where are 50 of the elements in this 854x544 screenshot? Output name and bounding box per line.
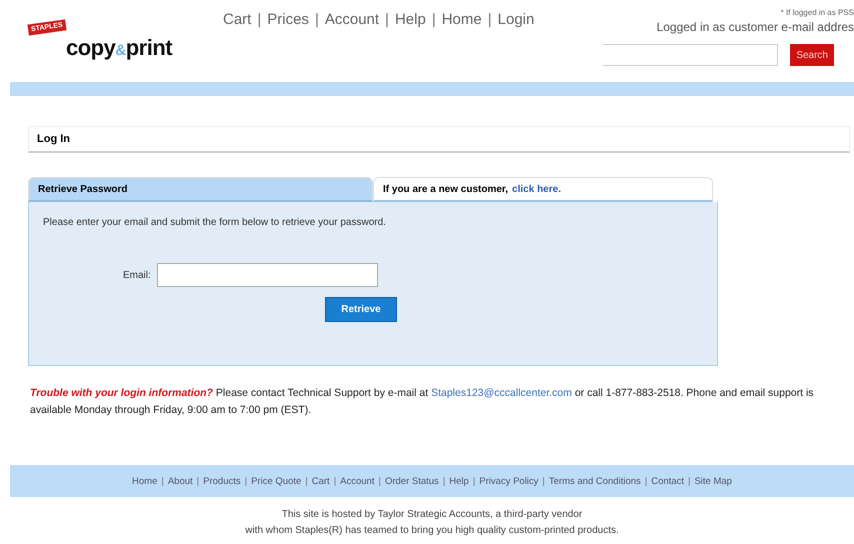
email-link[interactable]: Staples123@cccallcenter.com <box>431 387 572 399</box>
link-separator: | <box>472 476 476 486</box>
footer-link[interactable]: Account <box>340 476 374 486</box>
search-field[interactable] <box>603 44 778 66</box>
link-separator: | <box>244 476 248 486</box>
footer-link[interactable]: Help <box>449 476 469 486</box>
link-separator: | <box>488 11 492 30</box>
nav-link[interactable]: Help <box>394 11 426 82</box>
retrieve-button[interactable]: Retrieve <box>325 297 397 322</box>
link-separator: | <box>334 476 336 486</box>
link-separator: | <box>378 476 381 486</box>
link-separator: | <box>161 476 164 486</box>
link-separator: | <box>257 11 262 30</box>
tab[interactable]: Retrieve Password <box>28 177 373 202</box>
footer-link[interactable]: Contact <box>651 476 684 486</box>
footer-link[interactable]: Price Quote <box>251 476 302 486</box>
search-button[interactable]: Search <box>790 44 834 66</box>
hosting-note: with whom Staples(R) has teamed to bring you high quality custom-printed products. <box>245 524 619 538</box>
link-separator: | <box>542 476 545 486</box>
link-separator: | <box>644 476 648 486</box>
link-separator: | <box>314 11 319 30</box>
link-separator: | <box>442 476 446 486</box>
link-separator: | <box>688 476 690 486</box>
login-status: Logged in as customer e-mail addres <box>656 20 854 34</box>
hosting-note: This site is hosted by Taylor Strategic Accounts, a third-party vendor <box>282 508 582 522</box>
nav-link[interactable]: Prices <box>267 11 309 82</box>
nav-link[interactable]: Login <box>498 11 534 82</box>
footer-link[interactable]: Home <box>132 476 158 486</box>
signup-link[interactable]: click here. <box>512 184 561 194</box>
footer-link[interactable]: Terms and Conditions <box>548 476 641 486</box>
footer-link[interactable]: Products <box>203 476 241 486</box>
tab[interactable]: If you are a new customer, click here. <box>373 177 713 202</box>
footer-link[interactable]: Order Status <box>384 476 439 486</box>
footer-link[interactable]: Cart <box>312 476 330 486</box>
link-separator: | <box>432 11 436 30</box>
nav-link[interactable]: Account <box>324 11 380 82</box>
login-note: * If logged in as PSS <box>780 8 854 17</box>
section-title: Log In <box>37 133 70 145</box>
email-field[interactable] <box>156 263 378 287</box>
footer-link[interactable]: Site Map <box>694 476 732 486</box>
footer-link[interactable]: About <box>168 476 193 486</box>
nav-link[interactable]: Cart <box>223 11 252 82</box>
footer-link[interactable]: Privacy Policy <box>479 476 538 486</box>
instructions: Please enter your email and submit the form below to retrieve your password. <box>43 217 387 228</box>
support-note: Trouble with your login information? Please contact Technical Support by e-mail at Staples123@cccallcenter.com or call 1-877-883-2518. Phone and email support is available Monday through Friday, 9:00 am to 7:00 pm (EST). <box>30 386 815 418</box>
link-separator: | <box>196 476 200 486</box>
nav-link[interactable]: Home <box>442 11 482 82</box>
link-separator: | <box>305 476 308 486</box>
link-separator: | <box>385 11 389 30</box>
email-label: Email: <box>123 270 151 280</box>
